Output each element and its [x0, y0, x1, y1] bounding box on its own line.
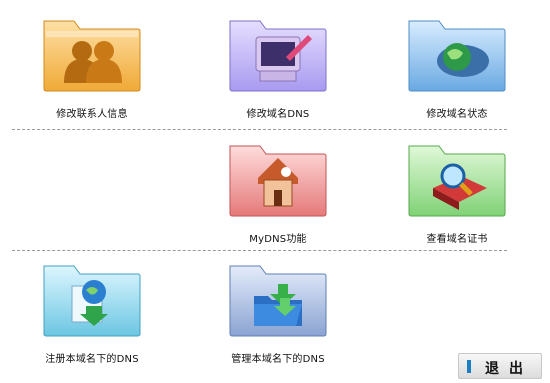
folder-icon — [229, 145, 327, 217]
row-divider — [12, 129, 507, 130]
manage-dns-label[interactable]: 管理本域名下的DNS — [198, 350, 358, 365]
modify-contact-tile[interactable]: 修改联系人信息 — [42, 13, 142, 120]
exit-button-label: 退出 — [485, 361, 533, 377]
register-dns-label[interactable]: 注册本域名下的DNS — [12, 350, 172, 365]
row-divider — [12, 250, 507, 251]
modify-dns-label[interactable]: 修改域名DNS — [198, 105, 358, 120]
modify-status-label[interactable]: 修改域名状态 — [377, 105, 537, 120]
view-certificate-label[interactable]: 查看域名证书 — [377, 230, 537, 245]
folder-icon — [229, 265, 327, 337]
exit-accent-bar — [467, 360, 471, 373]
modify-contact-label[interactable]: 修改联系人信息 — [12, 105, 172, 120]
folder-icon — [408, 145, 506, 217]
mydns-label[interactable]: MyDNS功能 — [198, 230, 358, 245]
manage-dns-tile[interactable]: 管理本域名下的DNS — [228, 258, 328, 365]
folder-icon — [43, 265, 141, 337]
folder-icon — [408, 20, 506, 92]
view-certificate-tile[interactable]: 查看域名证书 — [407, 138, 507, 245]
mydns-tile[interactable]: MyDNS功能 — [228, 138, 328, 245]
modify-dns-tile[interactable]: 修改域名DNS — [228, 13, 328, 120]
folder-icon — [43, 20, 141, 92]
folder-icon — [229, 20, 327, 92]
modify-status-tile[interactable]: 修改域名状态 — [407, 13, 507, 120]
register-dns-tile[interactable]: 注册本域名下的DNS — [42, 258, 142, 365]
exit-button[interactable]: 退出 — [458, 353, 542, 379]
